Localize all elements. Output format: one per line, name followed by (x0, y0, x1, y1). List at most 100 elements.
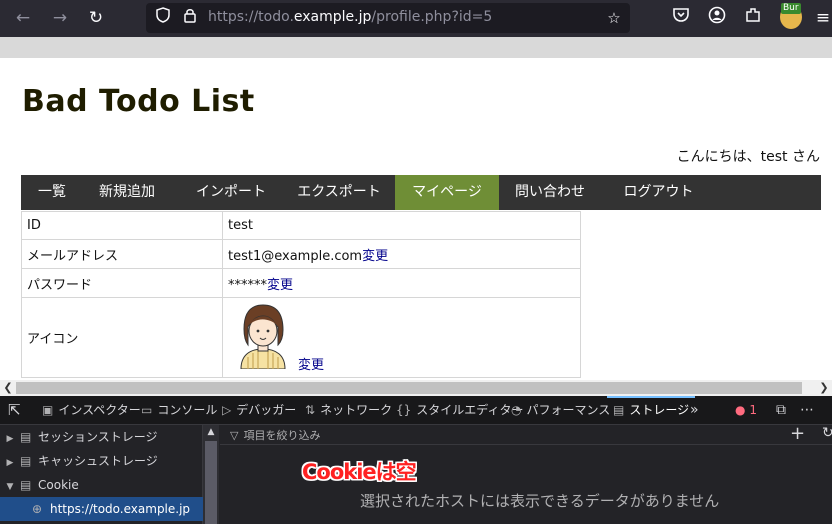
row-key-password: パスワード (21, 268, 223, 298)
web-page: Bad Todo List こんにちは、test さん 一覧 新規追加 インポー… (0, 58, 832, 380)
row-cell-password: ******変更 (222, 268, 581, 298)
avatar-wrap: 変更 (228, 299, 575, 377)
storage-icon: ▤ (20, 478, 32, 492)
tab-debugger[interactable]: ▷ デバッガー (222, 396, 296, 425)
browser-toolbar: ← → ↻ https://todo.example.jp/profile.ph… (0, 0, 832, 37)
tab-label: コンソール (157, 403, 218, 417)
tree-item-session-storage[interactable]: ▶ ▤ セッションストレージ (0, 425, 203, 449)
element-picker-icon[interactable]: ⇱ (8, 396, 21, 425)
console-icon: ▭ (141, 403, 153, 417)
url-host: example.jp (293, 9, 372, 25)
email-value: test1@example.com (228, 248, 363, 264)
empty-data-message: 選択されたホストには表示できるデータがありません (360, 492, 720, 510)
row-key-id: ID (21, 211, 223, 240)
change-email-link[interactable]: 変更 (362, 249, 388, 264)
tree-item-cache-storage[interactable]: ▶ ▤ キャッシュストレージ (0, 449, 203, 473)
extensions-icon[interactable] (741, 6, 765, 30)
tab-label: パフォーマンス (526, 403, 611, 417)
nav-item-list[interactable]: 一覧 (21, 175, 83, 210)
tab-label: デバッガー (236, 403, 297, 417)
more-tabs-icon[interactable]: » (690, 396, 699, 425)
menu-icon[interactable]: ≡ (814, 6, 832, 30)
storage-icon: ▤ (20, 454, 32, 468)
error-indicator[interactable]: ● 1 (735, 396, 757, 425)
avatar-image (240, 303, 286, 369)
table-row: メールアドレス test1@example.com変更 (21, 239, 581, 269)
url-prefix: https://todo. (208, 9, 294, 25)
globe-icon: ⊕ (32, 502, 43, 516)
change-password-link[interactable]: 変更 (267, 278, 293, 293)
account-icon[interactable] (705, 6, 729, 30)
shield-icon[interactable] (152, 7, 174, 29)
nav-item-mypage[interactable]: マイページ (395, 175, 499, 210)
tree-scrollbar-thumb[interactable] (205, 441, 217, 524)
nav-item-export[interactable]: エクスポート (279, 175, 399, 210)
tab-inspector[interactable]: ▣ インスペクター (42, 396, 141, 425)
table-row: ID test (21, 211, 581, 240)
pocket-icon[interactable] (669, 6, 693, 30)
filter-placeholder: 項目を絞り込み (243, 429, 321, 442)
password-value: ****** (228, 277, 267, 293)
chevron-right-icon: ▶ (6, 434, 14, 444)
filter-input[interactable]: ▽ 項目を絞り込み (230, 427, 320, 443)
add-item-icon[interactable]: + (790, 423, 805, 444)
tree-item-label: セッションストレージ (38, 430, 158, 444)
annotation-label: Cookieは空 (302, 460, 417, 484)
nav-item-contact[interactable]: 問い合わせ (499, 175, 601, 210)
tree-item-cookie[interactable]: ▼ ▤ Cookie (0, 473, 203, 497)
scroll-up-icon[interactable]: ▲ (203, 425, 219, 439)
filter-icon: ▽ (230, 429, 239, 442)
forward-icon[interactable]: → (48, 6, 72, 30)
chevron-down-icon: ▼ (6, 482, 14, 492)
table-row: アイコン 変更 (21, 297, 581, 378)
tree-scrollbar[interactable]: ▲ (203, 425, 219, 524)
tab-label: インスペクター (58, 403, 141, 417)
change-icon-link[interactable]: 変更 (298, 354, 324, 373)
error-count: 1 (749, 403, 757, 417)
devtools-tabbar: ⇱ ▣ インスペクター ▭ コンソール ▷ デバッガー ⇅ ネットワーク {} スタイルエ… (0, 396, 832, 425)
main-nav: 一覧 新規追加 インポート エクスポート マイページ 問い合わせ ログアウト (21, 175, 821, 210)
url-bar[interactable]: https://todo.example.jp/profile.php?id=5… (146, 3, 630, 33)
style-editor-icon: {} (396, 403, 412, 417)
performance-icon: ◔ (511, 403, 522, 417)
network-icon: ⇅ (305, 403, 316, 417)
tree-item-host[interactable]: ⊕ https://todo.example.jp (0, 497, 203, 521)
greeting-text: こんにちは、test さん (676, 149, 820, 165)
tree-item-label: https://todo.example.jp (50, 502, 191, 516)
reload-icon[interactable]: ↻ (84, 6, 108, 30)
nav-item-import[interactable]: インポート (176, 175, 286, 210)
row-key-email: メールアドレス (21, 239, 223, 269)
tab-console[interactable]: ▭ コンソール (141, 396, 217, 425)
tab-style-editor[interactable]: {} スタイルエディター (396, 396, 523, 425)
refresh-icon[interactable]: ↻ (822, 425, 832, 441)
tab-label: ストレージ (629, 403, 690, 417)
site-title: Bad Todo List (22, 84, 255, 119)
tab-network[interactable]: ⇅ ネットワーク (305, 396, 392, 425)
horizontal-scrollbar[interactable]: ❮ ❯ (0, 380, 832, 396)
url-text[interactable]: https://todo.example.jp/profile.php?id=5 (208, 9, 492, 25)
more-options-icon[interactable]: ⋯ (800, 396, 814, 425)
star-icon[interactable]: ☆ (603, 7, 625, 29)
lock-icon[interactable] (179, 7, 201, 29)
scroll-left-icon[interactable]: ❮ (0, 380, 16, 396)
table-row: パスワード ******変更 (21, 268, 581, 298)
tab-label: スタイルエディター (416, 403, 524, 417)
scroll-right-icon[interactable]: ❯ (816, 380, 832, 396)
scrollbar-thumb[interactable] (16, 382, 802, 394)
error-icon: ● (735, 403, 746, 417)
extension-badge: Bur (781, 3, 801, 14)
row-cell-icon: 変更 (222, 297, 581, 378)
url-path: /profile.php?id=5 (371, 9, 493, 25)
profile-table: ID test メールアドレス test1@example.com変更 パスワー… (21, 211, 581, 378)
nav-item-logout[interactable]: ログアウト (605, 175, 712, 210)
nav-item-add[interactable]: 新規追加 (83, 175, 171, 210)
storage-tree: ▶ ▤ セッションストレージ ▶ ▤ キャッシュストレージ ▼ ▤ Cookie ⊕ http… (0, 425, 203, 524)
page-top-gap (0, 37, 832, 58)
storage-icon: ▤ (613, 403, 625, 417)
tab-performance[interactable]: ◔ パフォーマンス (511, 396, 610, 425)
tab-storage[interactable]: ▤ ストレージ (606, 396, 696, 425)
back-icon[interactable]: ← (11, 6, 35, 30)
responsive-mode-icon[interactable]: ⧉ (776, 396, 786, 425)
tab-label: ネットワーク (320, 403, 393, 417)
filter-bar: ▽ 項目を絞り込み + ↻ (220, 423, 832, 445)
